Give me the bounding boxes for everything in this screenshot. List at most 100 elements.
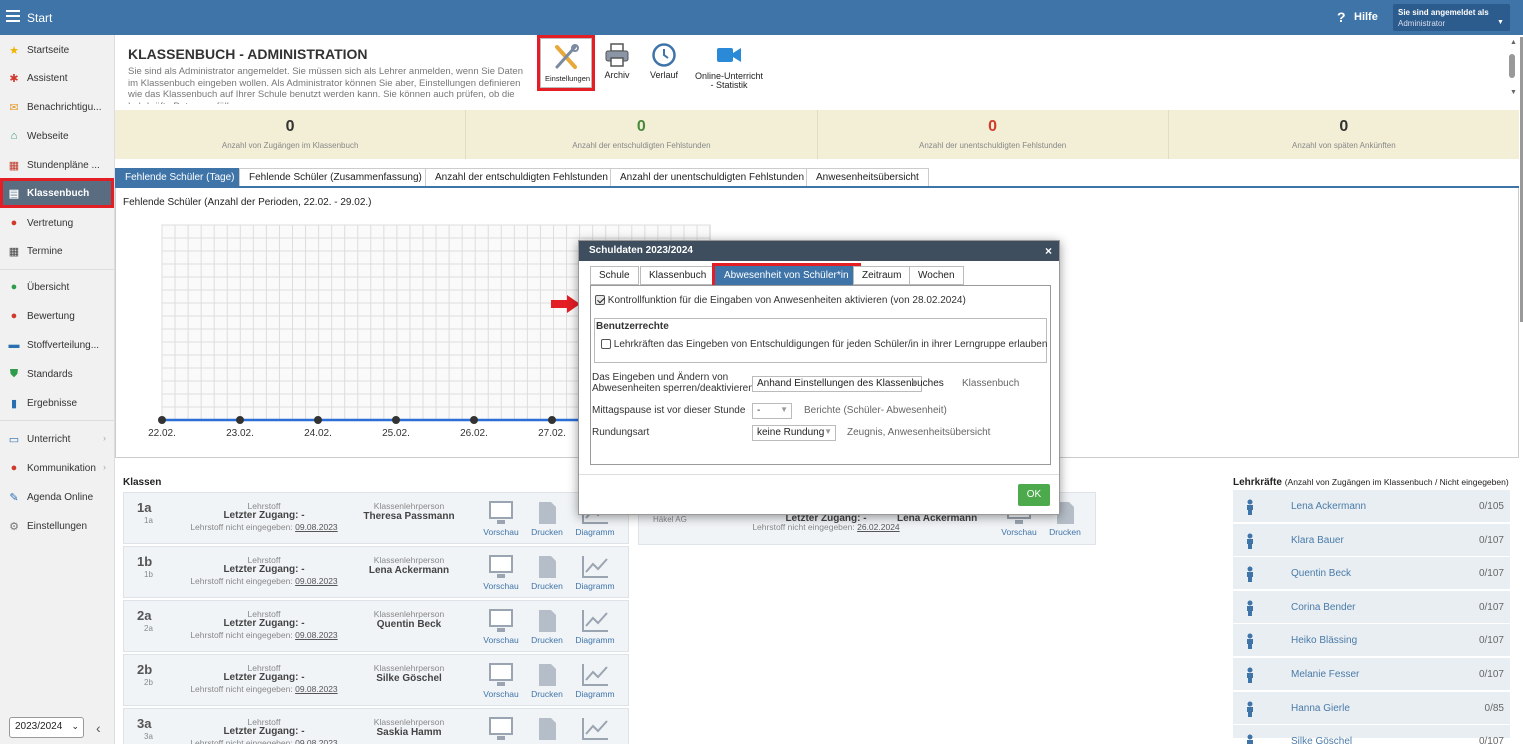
teacher-row[interactable]: Corina Bender 0/107 <box>1233 590 1510 624</box>
lock-note: Klassenbuch <box>962 378 1020 389</box>
preview-button[interactable]: Vorschau <box>481 715 521 744</box>
teacher-name[interactable]: Lena Ackermann <box>1291 501 1366 512</box>
chart-point <box>158 416 166 424</box>
print-button[interactable]: Drucken <box>527 715 567 744</box>
sidebar-item-webseite[interactable]: ⌂ Webseite <box>0 124 114 148</box>
wizard-icon: ✱ <box>9 72 19 85</box>
teacher-row[interactable]: Klara Bauer 0/107 <box>1233 523 1510 557</box>
chevron-down-icon: ⌄ <box>71 721 79 731</box>
sidebar-item-kommunikation[interactable]: ● Kommunikation <box>0 456 114 480</box>
user-menu[interactable]: Sie sind angemeldet als Administrator ▼ <box>1393 4 1510 31</box>
arrow-down-icon[interactable]: ▼ <box>1510 89 1517 96</box>
close-icon[interactable]: × <box>1045 244 1052 258</box>
preview-button[interactable]: Vorschau <box>481 499 521 537</box>
sidebar-item-vertretung[interactable]: ● Vertretung <box>0 211 114 235</box>
class-card[interactable]: 2a 2a Lehrstoff Letzter Zugang: - Lehrstoff … <box>123 600 629 652</box>
teacher-name[interactable]: Quentin Beck <box>1291 568 1351 579</box>
teacher-row[interactable]: Lena Ackermann 0/105 <box>1233 490 1510 523</box>
diagram-button[interactable]: Diagramm <box>575 715 615 744</box>
arrow-up-icon[interactable]: ▲ <box>1510 39 1517 46</box>
allow-excuses-checkbox[interactable] <box>601 339 611 350</box>
allow-excuses-row[interactable]: Lehrkräften das Eingeben von Entschuldig… <box>601 339 1047 350</box>
person-icon <box>1247 566 1253 583</box>
header-scrollbar[interactable]: ▲ ▼ <box>1507 37 1519 101</box>
class-card[interactable]: 1a 1a Lehrstoff Letzter Zugang: - Lehrstoff … <box>123 492 629 544</box>
sidebar-item-klassenbuch[interactable]: ▤ Klassenbuch <box>0 178 114 208</box>
sidebar-item-ergebnisse[interactable]: ▮ Ergebnisse <box>0 391 114 415</box>
teacher-row[interactable]: Hanna Gierle 0/85 <box>1233 691 1510 725</box>
sidebar-item-benachrichtigungen[interactable]: ✉ Benachrichtigu... <box>0 95 114 119</box>
teacher-row[interactable]: Silke Göschel 0/107 <box>1233 725 1510 744</box>
scrollbar-thumb[interactable] <box>1509 54 1515 78</box>
not-entered-date: Lehrstoff nicht eingegeben: 09.08.2023 <box>190 576 338 586</box>
teacher-row[interactable]: Melanie Fesser 0/107 <box>1233 658 1510 691</box>
sidebar-item-stoffverteilung[interactable]: ▬ Stoffverteilung... <box>0 333 114 357</box>
sidebar-item-stundenplaene[interactable]: ▦ Stundenpläne ... <box>0 153 114 177</box>
teacher-name[interactable]: Silke Göschel <box>1291 736 1352 744</box>
help-icon[interactable]: ? <box>1337 9 1346 25</box>
dialog-tab-schule[interactable]: Schule <box>590 266 639 285</box>
sidebar-item-startseite[interactable]: ★ Startseite <box>0 38 114 62</box>
print-button[interactable]: Drucken <box>527 499 567 537</box>
school-year-select[interactable]: 2023/2024 ⌄ <box>9 717 84 738</box>
tab-anwesenheitsuebersicht[interactable]: Anwesenheitsübersicht <box>806 168 929 187</box>
class-teacher-block: Klassenlehrperson Lena Ackermann <box>334 555 484 576</box>
teacher-row[interactable]: Quentin Beck 0/107 <box>1233 557 1510 591</box>
user-label: Sie sind angemeldet als <box>1398 8 1489 17</box>
sidebar-item-standards[interactable]: ⛊ Standards <box>0 362 114 386</box>
settings-button[interactable]: Einstellungen <box>537 35 595 91</box>
sidebar-item-termine[interactable]: ▦ Termine <box>0 239 114 263</box>
online-statistics-button[interactable]: Online-Unterricht - Statistik <box>690 44 768 90</box>
star-icon: ★ <box>9 44 19 57</box>
sidebar-item-unterricht[interactable]: ▭ Unterricht <box>0 427 114 451</box>
lock-select[interactable]: Anhand Einstellungen des Klassenbuches ▼ <box>752 376 944 392</box>
sidebar-item-einstellungen[interactable]: ⚙ Einstellungen <box>0 514 114 538</box>
teacher-name[interactable]: Corina Bender <box>1291 602 1355 613</box>
sidebar-item-bewertung[interactable]: ● Bewertung <box>0 304 114 328</box>
sidebar-item-uebersicht[interactable]: ● Übersicht <box>0 275 114 299</box>
teacher-count: 0/85 <box>1484 702 1504 714</box>
archive-button[interactable]: Archiv <box>600 42 634 80</box>
collapse-sidebar-icon[interactable]: ‹ <box>96 720 101 736</box>
tab-unentschuldigte[interactable]: Anzahl der unentschuldigten Fehlstunden <box>610 168 815 187</box>
hamburger-menu-icon[interactable] <box>6 10 20 22</box>
lunch-select[interactable]: - ▼ <box>752 403 792 419</box>
sidebar-item-assistent[interactable]: ✱ Assistent <box>0 66 114 90</box>
rounding-select[interactable]: keine Rundung ▼ <box>752 425 836 441</box>
print-button[interactable]: Drucken <box>527 661 567 699</box>
sidebar-item-agenda-online[interactable]: ✎ Agenda Online <box>0 485 114 509</box>
teacher-name[interactable]: Klara Bauer <box>1291 535 1344 546</box>
clock-icon <box>652 43 676 67</box>
print-button[interactable]: Drucken <box>527 607 567 645</box>
dialog-tab-klassenbuch[interactable]: Klassenbuch <box>640 266 716 285</box>
preview-button[interactable]: Vorschau <box>481 553 521 591</box>
teacher-name[interactable]: Heiko Blässing <box>1291 635 1357 646</box>
diagram-button[interactable]: Diagramm <box>575 553 615 591</box>
dialog-tab-abwesenheit[interactable]: Abwesenheit von Schüler*in <box>712 263 861 288</box>
tab-fehlende-zusammenfassung[interactable]: Fehlende Schüler (Zusammenfassung) <box>239 168 432 187</box>
dialog-tab-wochen[interactable]: Wochen <box>909 266 964 285</box>
diagram-button[interactable]: Diagramm <box>575 607 615 645</box>
print-button[interactable]: Drucken <box>527 553 567 591</box>
class-card[interactable]: 3a 3a Lehrstoff Letzter Zugang: - Lehrstoff … <box>123 708 629 744</box>
dialog-title: Schuldaten 2023/2024 <box>579 241 1059 261</box>
help-link[interactable]: Hilfe <box>1354 11 1378 23</box>
ok-button[interactable]: OK <box>1018 484 1050 506</box>
teacher-name[interactable]: Hanna Gierle <box>1291 703 1350 714</box>
preview-button[interactable]: Vorschau <box>481 661 521 699</box>
diagram-button[interactable]: Diagramm <box>575 661 615 699</box>
dialog-tab-zeitraum[interactable]: Zeitraum <box>853 266 911 285</box>
tab-fehlende-tage[interactable]: Fehlende Schüler (Tage) <box>115 168 245 187</box>
teacher-name[interactable]: Melanie Fesser <box>1291 669 1359 680</box>
class-card[interactable]: 1b 1b Lehrstoff Letzter Zugang: - Lehrstoff … <box>123 546 629 598</box>
preview-button[interactable]: Vorschau <box>481 607 521 645</box>
control-function-row[interactable]: Kontrollfunktion für die Eingaben von An… <box>595 295 966 306</box>
teacher-row[interactable]: Heiko Blässing 0/107 <box>1233 624 1510 658</box>
history-button[interactable]: Verlauf <box>646 42 682 80</box>
class-card[interactable]: 2b 2b Lehrstoff Letzter Zugang: - Lehrstoff … <box>123 654 629 706</box>
grade-icon: ● <box>10 310 18 322</box>
school-data-dialog: Schuldaten 2023/2024 × Schule Klassenbuc… <box>578 240 1060 515</box>
tab-entschuldigte[interactable]: Anzahl der entschuldigten Fehlstunden <box>425 168 618 187</box>
app-title[interactable]: Start <box>27 11 52 25</box>
control-function-checkbox[interactable] <box>595 295 605 306</box>
